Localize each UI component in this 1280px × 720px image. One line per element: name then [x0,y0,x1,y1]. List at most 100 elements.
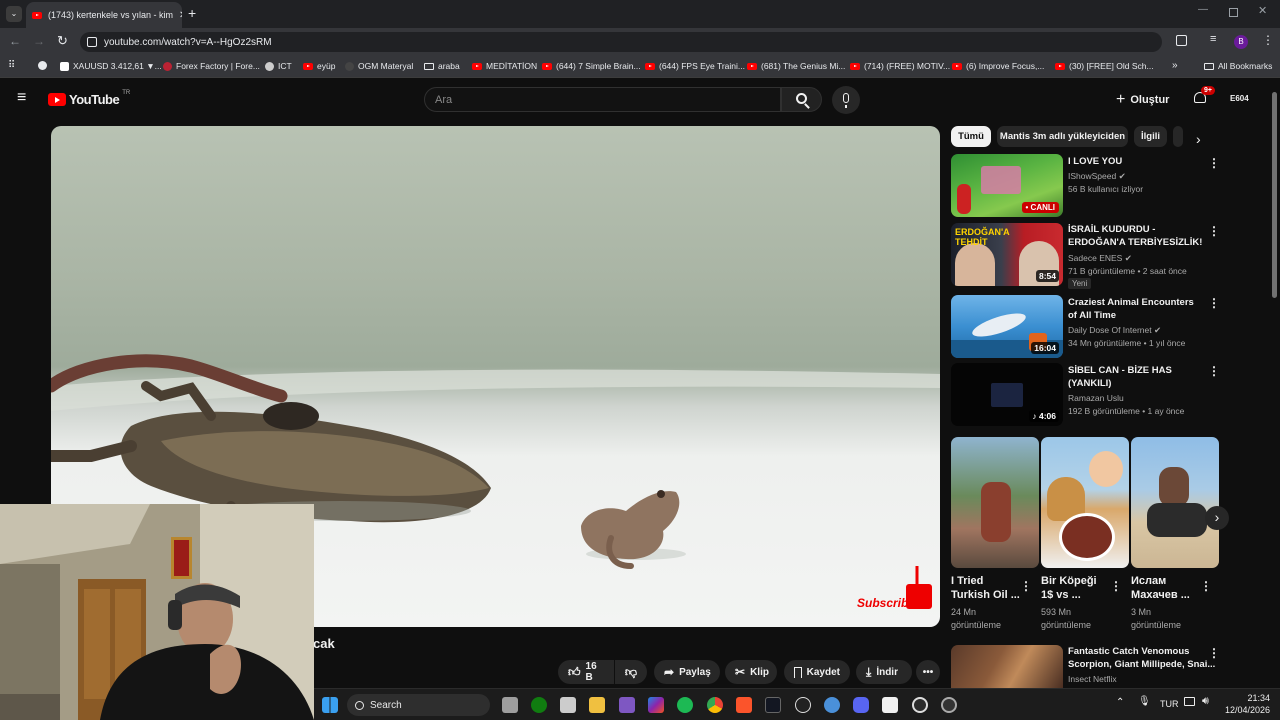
rec-title[interactable]: SİBEL CAN - BİZE HAS (YANKILI) [1068,364,1203,390]
shorts-next-chevron-icon[interactable]: › [1205,506,1229,530]
page-scrollbar[interactable] [1272,92,1277,298]
maximize-button[interactable] [1229,8,1238,17]
reading-list-icon[interactable]: ≡ [1210,33,1216,45]
short-title[interactable]: Ислам Махачев ... [1131,574,1201,602]
rec-thumbnail[interactable] [951,645,1063,688]
bookmark-item[interactable]: (30) [FREE] Old Sch... [1055,61,1154,71]
chip-from-uploader[interactable]: Mantis 3m adlı yükleyiciden [997,126,1128,147]
chip-related[interactable]: İlgili [1134,126,1167,147]
bookmark-item[interactable]: Forex Factory | Fore... [163,61,260,71]
rec-menu-icon[interactable]: ⋮ [1208,156,1220,170]
all-bookmarks-folder[interactable]: All Bookmarks [1204,61,1272,71]
taskbar-search[interactable]: Search [347,694,490,716]
rec-channel[interactable]: Insect Netflix [1068,674,1117,684]
more-bookmarks-icon[interactable]: » [1172,60,1178,71]
copilot-icon[interactable] [648,697,664,713]
rec-channel[interactable]: Ramazan Uslu [1068,393,1124,403]
rec-menu-icon[interactable]: ⋮ [1208,296,1220,310]
rec-thumbnail[interactable]: ERDOĞAN'A TEHDİT 8:54 [951,223,1063,286]
youtube-logo[interactable]: YouTube TR [48,90,130,107]
voice-search-button[interactable] [832,86,860,114]
rec-title[interactable]: İSRAİL KUDURDU - ERDOĞAN'A TERBİYESİZLİK… [1068,223,1203,249]
bookmark-item[interactable]: (644) 7 Simple Brain... [542,61,641,71]
microphone-icon[interactable]: 🎙︎ [1138,696,1151,707]
discord-icon[interactable] [853,697,869,713]
browser-tab-active[interactable]: (1743) kertenkele vs yılan - kim ✕ [26,2,182,28]
chips-next-chevron-icon[interactable]: › [1196,131,1201,147]
monitor-icon[interactable] [1184,697,1195,706]
language-indicator[interactable]: TUR [1160,699,1179,709]
save-button[interactable]: Kaydet [784,660,850,684]
short-menu-icon[interactable]: ⋮ [1110,579,1122,593]
bookmark-folder[interactable]: araba [424,61,460,71]
bookmark-item[interactable]: eyüp [303,61,335,71]
like-button[interactable]: 👍︎ 16 B [558,660,614,684]
search-input[interactable]: Ara [424,87,781,112]
rec-title[interactable]: I LOVE YOU [1068,155,1203,168]
volume-icon[interactable]: 🔊︎ [1202,695,1209,708]
short-title[interactable]: Bir Köpeği 1$ vs ... [1041,574,1111,602]
close-window-button[interactable]: ✕ [1258,4,1267,17]
rec-channel[interactable]: IShowSpeed ✔ [1068,171,1126,182]
short-thumbnail[interactable] [1131,437,1219,568]
menu-kebab-icon[interactable]: ⋮ [1262,33,1274,47]
dislike-button[interactable]: 👎︎ [615,660,647,684]
bookmark-item[interactable]: (714) (FREE) MOTIV... [850,61,950,71]
app-icon[interactable] [619,697,635,713]
rec-channel[interactable]: Daily Dose Of Internet ✔ [1068,325,1161,336]
store-icon[interactable] [560,697,576,713]
tradingview-icon[interactable] [765,697,781,713]
chip-partial[interactable] [1173,126,1183,147]
short-thumbnail[interactable] [951,437,1039,568]
xbox-icon[interactable] [531,697,547,713]
rec-thumbnail[interactable]: ♪ 4:06 [951,363,1063,426]
short-thumbnail[interactable] [1041,437,1129,568]
rec-title[interactable]: Fantastic Catch Venomous Scorpion, Giant… [1068,645,1220,671]
bookmark-item[interactable]: MEDİTATİON [472,61,537,71]
chip-all[interactable]: Tümü [951,126,991,147]
clock-date[interactable]: 12/04/2026 [1220,705,1270,715]
file-explorer-icon[interactable] [589,697,605,713]
clip-button[interactable]: ✂ Klip [725,660,777,684]
minimize-button[interactable]: — [1198,4,1208,15]
search-button[interactable] [781,87,822,112]
clock-time[interactable]: 21:34 [1234,693,1270,703]
tab-search-icon[interactable]: ⌄ [6,6,22,22]
bookmark-item[interactable] [38,61,47,70]
rec-menu-icon[interactable]: ⋮ [1208,364,1220,378]
short-menu-icon[interactable]: ⋮ [1020,579,1032,593]
create-button[interactable]: + Oluştur [1116,89,1169,111]
apps-grid-icon[interactable]: ⠿ [8,60,15,71]
obs-icon[interactable] [912,697,928,713]
profile-avatar[interactable]: B [1234,35,1248,49]
new-tab-button[interactable]: + [188,5,196,21]
tab-close-icon[interactable]: ✕ [179,10,182,21]
rec-menu-icon[interactable]: ⋮ [1208,646,1220,660]
notifications-bell-icon[interactable]: 9+ [1193,86,1215,105]
address-bar[interactable]: youtube.com/watch?v=A--HgOz2sRM [80,32,1162,52]
bookmark-item[interactable]: ICT [265,61,292,71]
tray-overflow-icon[interactable]: ⌃ [1116,697,1124,708]
rec-title[interactable]: Craziest Animal Encounters of All Time [1068,296,1203,322]
bookmark-item[interactable]: XAUUSD 3.412,61 ▼... [60,61,162,71]
download-button[interactable]: ⤓ İndir [856,660,912,684]
bookmark-item[interactable]: (644) FPS Eye Traini... [645,61,745,71]
app-icon[interactable] [824,697,840,713]
openai-icon[interactable] [795,697,811,713]
capcut-icon[interactable] [882,697,898,713]
bookmark-item[interactable]: (6) Improve Focus,... [952,61,1044,71]
account-avatar[interactable]: E604 [1230,94,1249,103]
spotify-icon[interactable] [677,697,693,713]
share-button[interactable]: ➦ Paylaş [654,660,720,684]
rec-menu-icon[interactable]: ⋮ [1208,224,1220,238]
taskview-icon[interactable] [502,697,518,713]
bookmark-item[interactable]: OGM Materyal [345,61,413,71]
rec-thumbnail[interactable]: • CANLI [951,154,1063,217]
bookmark-item[interactable]: (681) The Genius Mi... [747,61,845,71]
site-info-icon[interactable] [87,37,97,47]
rec-channel[interactable]: Sadece ENES ✔ [1068,253,1132,264]
reload-icon[interactable]: ↻ [57,33,68,49]
extensions-icon[interactable] [1176,35,1187,46]
more-actions-button[interactable]: ••• [916,660,940,684]
short-menu-icon[interactable]: ⋮ [1200,579,1212,593]
